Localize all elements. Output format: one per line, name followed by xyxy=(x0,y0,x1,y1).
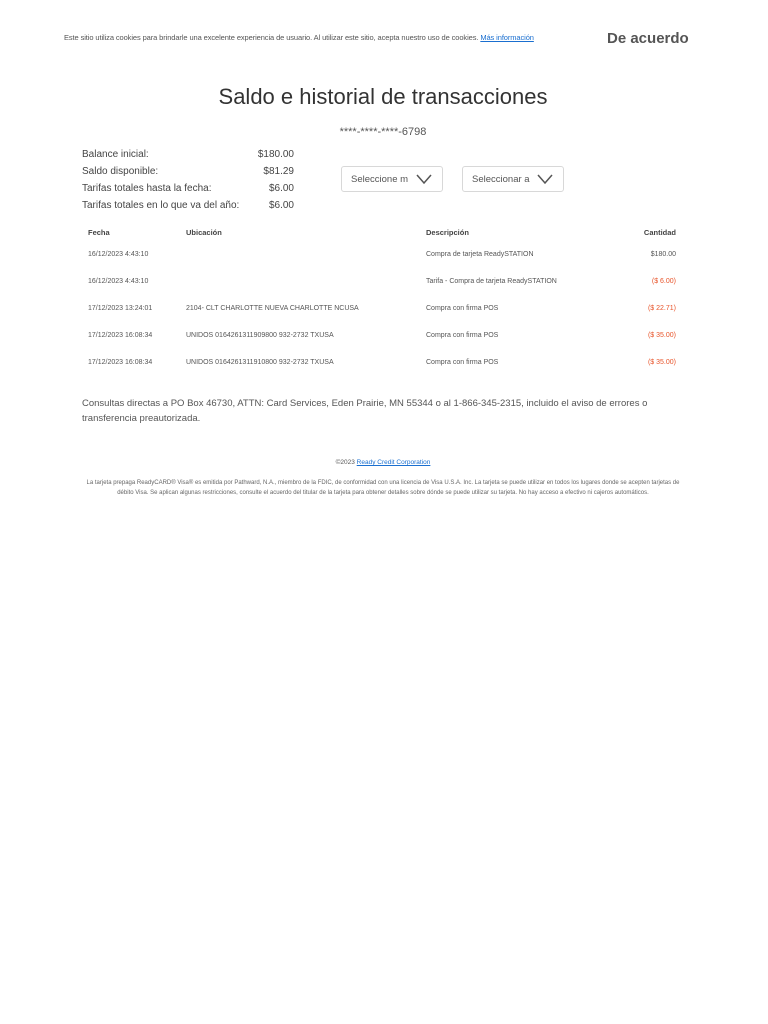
masked-card-number: ****-****-****-6798 xyxy=(339,126,427,138)
cell-amount: ($ 35.00) xyxy=(647,359,676,366)
year-select[interactable]: Seleccionar a xyxy=(462,166,564,192)
summary-label: Tarifas totales en lo que va del año: xyxy=(82,200,240,211)
summary-label: Balance inicial: xyxy=(82,149,149,160)
cell-description: Compra con firma POS xyxy=(426,359,499,366)
cell-amount: ($ 22.71) xyxy=(647,305,676,312)
summary-row-initial-balance: Balance inicial: $180.00 xyxy=(82,148,294,165)
cell-date: 16/12/2023 4:43:10 xyxy=(88,251,149,258)
table-row: 16/12/2023 4:43:10 Tarifa - Compra de tar… xyxy=(82,269,684,296)
more-info-link[interactable]: Más información xyxy=(480,33,534,42)
cell-amount: ($ 35.00) xyxy=(647,332,676,339)
cell-description: Compra con firma POS xyxy=(426,305,499,312)
month-select-value: Seleccione m xyxy=(351,174,409,185)
cookie-message: Este sitio utiliza cookies para brindarl… xyxy=(64,33,534,42)
cell-location: 2104- CLT CHARLOTTE NUEVA CHARLOTTE NCUS… xyxy=(186,305,359,312)
summary-label: Tarifas totales hasta la fecha: xyxy=(82,183,212,194)
cell-description: Tarifa - Compra de tarjeta ReadySTATION xyxy=(426,278,557,285)
year-select-value: Seleccionar a xyxy=(472,174,530,185)
cell-date: 17/12/2023 13:24:01 xyxy=(88,305,153,312)
header-date: Fecha xyxy=(88,228,110,237)
cell-date: 17/12/2023 16:08:34 xyxy=(88,359,153,366)
balance-summary: Balance inicial: $180.00 Saldo disponibl… xyxy=(82,148,294,216)
header-description: Descripción xyxy=(426,228,469,237)
summary-value: $6.00 xyxy=(268,183,294,194)
table-row: 17/12/2023 16:08:34 UNIDOS 01642613119108… xyxy=(82,350,684,377)
cookie-banner: Este sitio utiliza cookies para brindarl… xyxy=(0,0,768,80)
summary-label: Saldo disponible: xyxy=(82,166,159,177)
copyright: ©2023 Ready Credit Corporation xyxy=(0,459,766,466)
page-title: Saldo e historial de transacciones xyxy=(218,84,548,109)
table-body: 16/12/2023 4:43:10 Compra de tarjeta Read… xyxy=(82,242,684,377)
summary-value: $81.29 xyxy=(263,166,294,177)
summary-row-available-balance: Saldo disponible: $81.29 xyxy=(82,165,294,182)
copyright-year: ©2023 xyxy=(335,459,355,466)
cell-description: Compra con firma POS xyxy=(426,332,499,339)
agree-button[interactable]: De acuerdo xyxy=(607,30,689,47)
chevron-down-icon xyxy=(537,174,553,185)
header-amount: Cantidad xyxy=(643,228,676,237)
summary-value: $6.00 xyxy=(268,200,294,211)
summary-row-total-fees: Tarifas totales hasta la fecha: $6.00 xyxy=(82,182,294,199)
table-header: Fecha Ubicación Descripción Cantidad xyxy=(82,222,684,242)
table-row: 17/12/2023 13:24:01 2104- CLT CHARLOTTE N… xyxy=(82,296,684,323)
cell-date: 17/12/2023 16:08:34 xyxy=(88,332,153,339)
table-row: 16/12/2023 4:43:10 Compra de tarjeta Read… xyxy=(82,242,684,269)
transactions-table: Fecha Ubicación Descripción Cantidad 16/… xyxy=(82,222,684,377)
summary-row-year-fees: Tarifas totales en lo que va del año: $6… xyxy=(82,199,294,216)
company-link[interactable]: Ready Credit Corporation xyxy=(357,459,431,466)
cell-amount: ($ 6.00) xyxy=(651,278,676,285)
chevron-down-icon xyxy=(416,174,432,185)
summary-value: $180.00 xyxy=(257,149,294,160)
inquiries-note: Consultas directas a PO Box 46730, ATTN:… xyxy=(82,398,648,424)
cell-amount: $180.00 xyxy=(650,251,676,258)
cell-location: UNIDOS 0164261311910800 932-2732 TXUSA xyxy=(186,359,334,366)
legal-disclaimer: La tarjeta prepaga ReadyCARD® Visa® es e… xyxy=(86,480,680,496)
table-row: 17/12/2023 16:08:34 UNIDOS 01642613119098… xyxy=(82,323,684,350)
month-select[interactable]: Seleccione m xyxy=(341,166,443,192)
cell-location: UNIDOS 0164261311909800 932-2732 TXUSA xyxy=(186,332,334,339)
header-location: Ubicación xyxy=(186,228,222,237)
cookie-text: Este sitio utiliza cookies para brindarl… xyxy=(64,33,479,42)
cell-date: 16/12/2023 4:43:10 xyxy=(88,278,149,285)
cell-description: Compra de tarjeta ReadySTATION xyxy=(426,251,534,258)
